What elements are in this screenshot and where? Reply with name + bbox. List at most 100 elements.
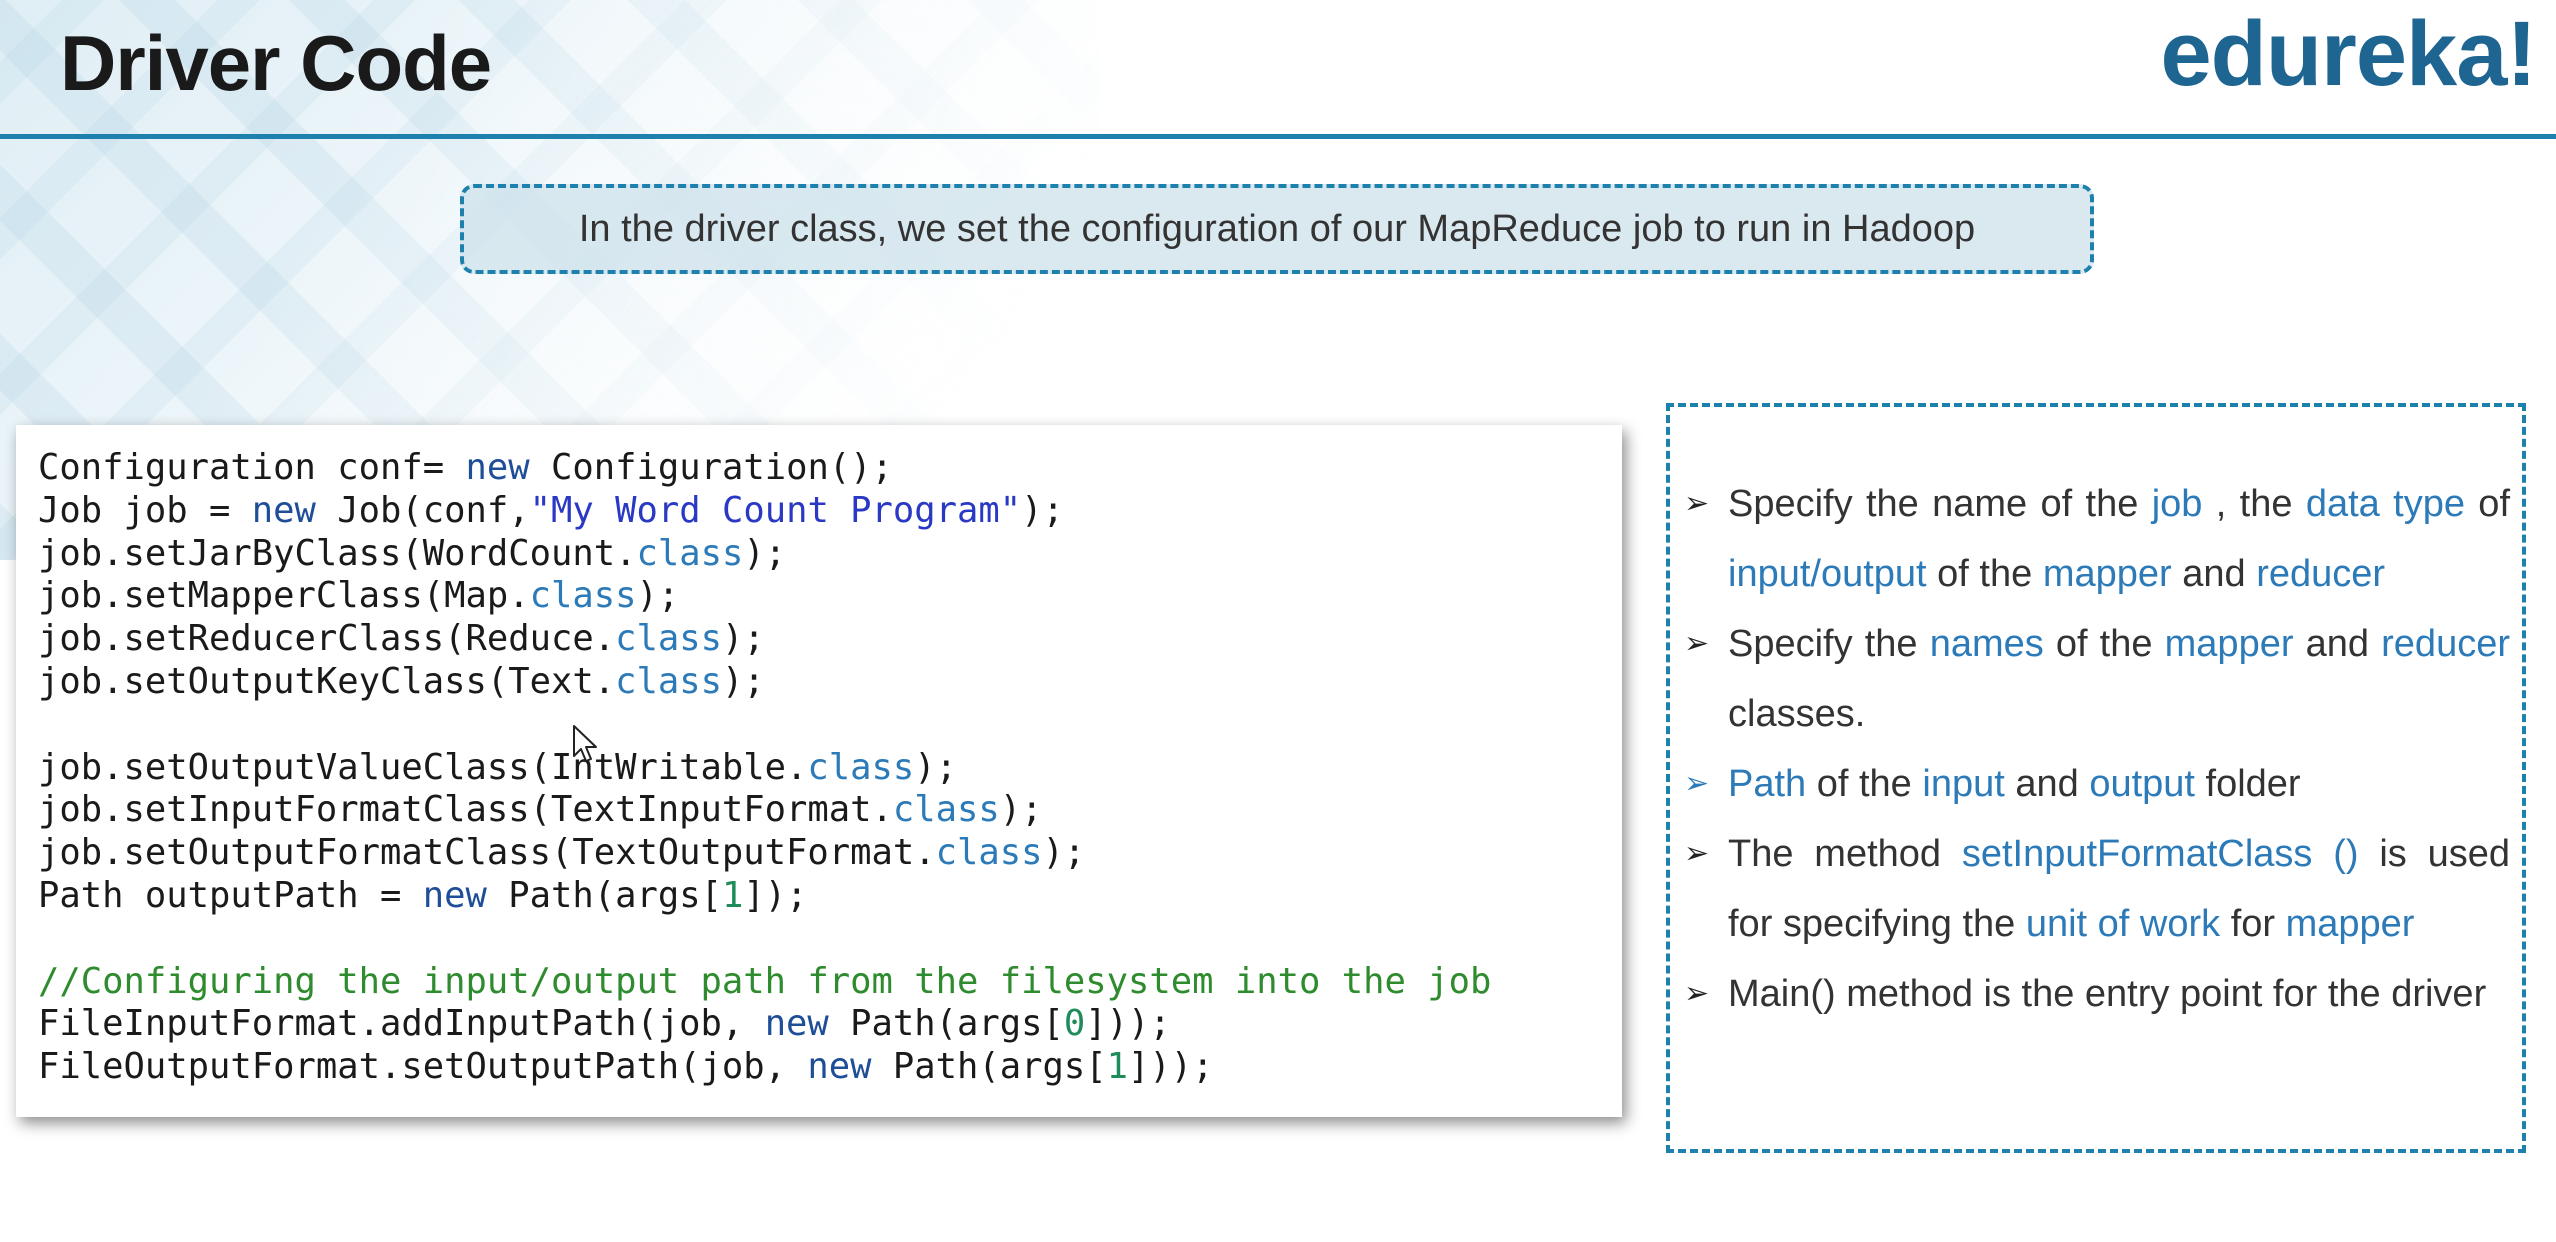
code-token: ]));	[1085, 1003, 1171, 1045]
code-token: class	[615, 660, 722, 702]
bullet-text-segment: classes.	[1728, 693, 1866, 735]
bullet-text: The method setInputFormatClass () is use…	[1728, 819, 2510, 959]
code-token: new	[251, 489, 316, 531]
bullet-text: Main() method is the entry point for the…	[1728, 959, 2510, 1029]
bullet-text-segment: of the	[1806, 763, 1923, 805]
highlighted-term: mapper	[2042, 553, 2172, 595]
highlighted-term: setInputFormatClass ()	[1961, 833, 2359, 875]
intro-text: In the driver class, we set the configur…	[578, 207, 1976, 250]
highlighted-term: Path	[1728, 763, 1807, 805]
bullet-text-segment: of the	[1926, 553, 2043, 595]
code-token: new	[465, 447, 530, 488]
code-line: Configuration conf= new Configuration();	[38, 447, 1622, 490]
intro-callout: In the driver class, we set the configur…	[460, 184, 2094, 274]
bullet-arrow-icon: ➢	[1684, 977, 1710, 1010]
highlighted-term: input	[1922, 763, 2005, 805]
code-token: Job(conf,	[315, 489, 530, 531]
bullet-text-segment: of the	[2043, 623, 2165, 665]
code-token: ]);	[743, 874, 808, 916]
code-token: job.setOutputKeyClass(Text.	[38, 660, 616, 702]
code-line: job.setOutputKeyClass(Text.class);	[38, 661, 1622, 704]
code-token: 1	[1106, 1046, 1129, 1088]
code-token: job.setInputFormatClass(TextInputFormat.	[38, 789, 893, 831]
bullet-text-segment: Specify the name of the	[1728, 483, 2152, 525]
code-line: FileOutputFormat.setOutputPath(job, new …	[38, 1046, 1622, 1089]
code-token: );	[743, 532, 787, 574]
code-line: Job job = new Job(conf,"My Word Count Pr…	[38, 490, 1622, 533]
bullet-item: ➢ Specify the names of the mapper and red…	[1684, 609, 2510, 749]
highlighted-term: data type	[2305, 483, 2465, 525]
highlighted-term: mapper	[2285, 903, 2415, 945]
code-line: job.setOutputValueClass(IntWritable.clas…	[38, 747, 1622, 790]
highlighted-term: reducer	[2256, 553, 2386, 595]
code-token: Configuration conf=	[38, 447, 466, 488]
bullet-text-segment: , the	[2202, 483, 2306, 525]
code-line: FileInputFormat.addInputPath(job, new Pa…	[38, 1003, 1622, 1046]
slide-title: Driver Code	[60, 19, 492, 107]
highlighted-term: unit of work	[2025, 903, 2221, 945]
bullet-text-segment: Specify the	[1728, 623, 1930, 665]
code-token: new	[807, 1046, 872, 1088]
bullet-text: Specify the names of the mapper and redu…	[1728, 609, 2510, 749]
code-panel: Configuration conf= new Configuration();…	[16, 425, 1622, 1117]
code-token: job.setMapperClass(Map.	[38, 575, 530, 617]
code-token: Path(args[	[871, 1046, 1107, 1088]
bullet-text: Specify the name of the job , the data t…	[1728, 469, 2510, 609]
highlighted-term: output	[2089, 763, 2195, 805]
highlighted-term: reducer	[2381, 623, 2510, 665]
code-token: FileInputFormat.addInputPath(job,	[38, 1003, 765, 1045]
bullet-text: Path of the input and output folder	[1728, 749, 2510, 819]
code-token: class	[807, 746, 915, 788]
code-token: Path(args[	[486, 874, 722, 916]
code-token: );	[721, 618, 765, 660]
code-line: job.setMapperClass(Map.class);	[38, 575, 1622, 618]
code-token: );	[999, 789, 1043, 831]
bullet-text-segment: Main() method is the entry point for the…	[1728, 973, 2487, 1015]
code-token: );	[1042, 832, 1086, 874]
code-line: job.setReducerClass(Reduce.class);	[38, 618, 1622, 661]
code-token: job.setJarByClass(WordCount.	[38, 532, 637, 574]
code-token: ]));	[1128, 1046, 1214, 1088]
code-token: Job job =	[38, 489, 252, 531]
bullet-item: ➢ Path of the input and output folder	[1684, 749, 2510, 819]
bullet-item: ➢ The method setInputFormatClass () is us…	[1684, 819, 2510, 959]
code-line: //Configuring the input/output path from…	[38, 961, 1622, 1004]
bullet-arrow-icon: ➢	[1684, 487, 1710, 520]
mouse-pointer-icon	[573, 725, 597, 762]
edureka-logo: edureka!	[2160, 3, 2537, 105]
code-token: class	[529, 575, 637, 617]
code-token: );	[1021, 489, 1064, 531]
bullet-item: ➢ Specify the name of the job , the data …	[1684, 469, 2510, 609]
code-token: 1	[721, 874, 744, 916]
code-token: class	[935, 832, 1043, 874]
code-token: job.setReducerClass(Reduce.	[38, 618, 616, 660]
highlighted-term: input/output	[1728, 553, 1927, 595]
header-divider	[0, 134, 2556, 139]
code-token: Path outputPath =	[38, 874, 423, 916]
code-token: class	[892, 789, 1000, 831]
code-token: Path(args[	[828, 1003, 1064, 1045]
bullet-text-segment: of	[2464, 483, 2510, 525]
bullet-text-segment: and	[2004, 763, 2090, 805]
code-token: );	[914, 746, 958, 788]
bullet-arrow-icon: ➢	[1684, 767, 1710, 800]
code-token: job.setOutputValueClass(IntWritable.	[38, 746, 808, 788]
code-line: Path outputPath = new Path(args[1]);	[38, 875, 1622, 918]
code-token: 0	[1063, 1003, 1086, 1045]
code-token: "My Word Count Program"	[529, 489, 1022, 531]
code-line: job.setJarByClass(WordCount.class);	[38, 533, 1622, 576]
code-token: FileOutputFormat.setOutputPath(job,	[38, 1046, 808, 1088]
highlighted-term: names	[1929, 623, 2044, 665]
code-line: job.setOutputFormatClass(TextOutputForma…	[38, 832, 1622, 875]
code-token: Configuration();	[529, 447, 893, 488]
bullet-text-segment: and	[2293, 623, 2382, 665]
highlighted-term: job	[2151, 483, 2203, 525]
code-token: class	[615, 618, 722, 660]
code-token: new	[764, 1003, 829, 1045]
bullet-arrow-icon: ➢	[1684, 837, 1710, 870]
code-token: );	[721, 660, 765, 702]
bullet-arrow-icon: ➢	[1684, 627, 1710, 660]
bullet-text-segment: for	[2220, 903, 2286, 945]
